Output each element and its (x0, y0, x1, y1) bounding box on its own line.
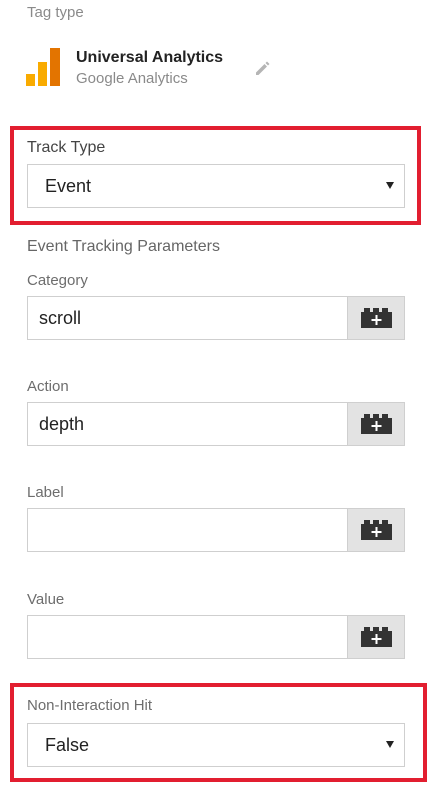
lego-brick-plus-icon (361, 627, 392, 647)
pencil-icon[interactable] (253, 58, 273, 78)
tag-type-name: Universal Analytics (76, 49, 224, 66)
label-input[interactable] (28, 509, 348, 551)
non-interaction-select[interactable]: False (27, 723, 405, 767)
dropdown-arrow-icon (386, 182, 394, 189)
event-tracking-parameters-title: Event Tracking Parameters (27, 238, 220, 255)
category-label: Category (27, 272, 88, 289)
track-type-selected-value: Event (45, 176, 92, 196)
action-field (27, 402, 405, 446)
value-variable-button[interactable] (347, 616, 404, 658)
tag-type-summary[interactable]: Universal Analytics Google Analytics (26, 48, 286, 92)
value-label: Value (27, 591, 65, 608)
label-field (27, 508, 405, 552)
tag-type-label: Tag type (27, 4, 84, 21)
value-field (27, 615, 405, 659)
tag-type-vendor: Google Analytics (76, 70, 188, 87)
track-type-label: Track Type (27, 139, 106, 156)
category-input[interactable] (28, 297, 348, 339)
lego-brick-plus-icon (361, 520, 392, 540)
value-input[interactable] (28, 616, 348, 658)
action-variable-button[interactable] (347, 403, 404, 445)
google-analytics-logo-icon (26, 48, 60, 86)
category-variable-button[interactable] (347, 297, 404, 339)
track-type-select[interactable]: Event (27, 164, 405, 208)
label-label: Label (27, 484, 64, 501)
label-variable-button[interactable] (347, 509, 404, 551)
dropdown-arrow-icon (386, 741, 394, 748)
category-field (27, 296, 405, 340)
lego-brick-plus-icon (361, 308, 392, 328)
tag-config-panel: Tag type Universal Analytics Google Anal… (0, 0, 435, 792)
non-interaction-selected-value: False (45, 735, 90, 755)
non-interaction-label: Non-Interaction Hit (27, 697, 153, 714)
action-input[interactable] (28, 403, 348, 445)
lego-brick-plus-icon (361, 414, 392, 434)
action-label: Action (27, 378, 69, 395)
